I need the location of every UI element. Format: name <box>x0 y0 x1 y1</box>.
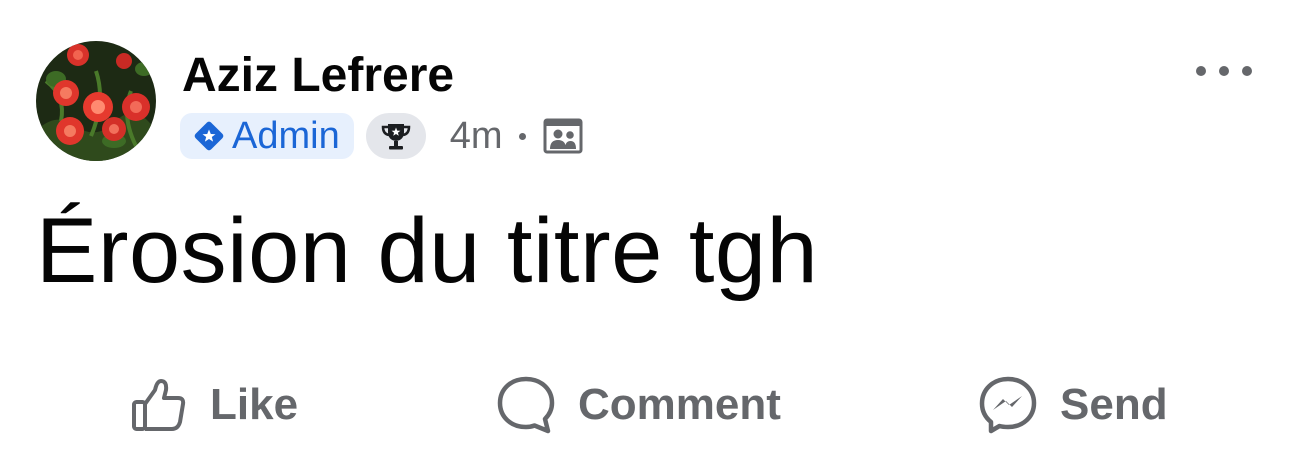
author-avatar[interactable] <box>36 41 156 161</box>
separator-dot <box>518 132 526 140</box>
like-button[interactable]: Like <box>130 370 298 440</box>
post-timestamp[interactable]: 4m <box>450 113 503 159</box>
send-button[interactable]: Send <box>978 370 1168 440</box>
author-name[interactable]: Aziz Lefrere <box>182 47 454 105</box>
trophy-badge[interactable] <box>365 113 426 159</box>
admin-badge[interactable]: Admin <box>180 113 354 159</box>
speech-bubble-icon <box>496 375 556 435</box>
admin-diamond-icon <box>192 119 226 153</box>
avatar-photo <box>36 41 156 161</box>
send-label: Send <box>1060 380 1168 429</box>
post-card: Aziz Lefrere Admin 4m Érosion du titre t… <box>0 0 1290 461</box>
admin-label: Admin <box>232 115 340 157</box>
post-meta: Admin 4m <box>180 112 584 160</box>
like-label: Like <box>210 380 299 429</box>
comment-button[interactable]: Comment <box>496 370 781 440</box>
messenger-icon <box>978 375 1038 435</box>
post-text: Érosion du titre tgh <box>36 200 819 302</box>
trophy-icon <box>381 124 410 150</box>
group-members-icon[interactable] <box>542 115 584 157</box>
comment-label: Comment <box>578 380 781 429</box>
thumbs-up-icon <box>130 376 188 434</box>
more-options-icon[interactable] <box>1196 56 1252 86</box>
